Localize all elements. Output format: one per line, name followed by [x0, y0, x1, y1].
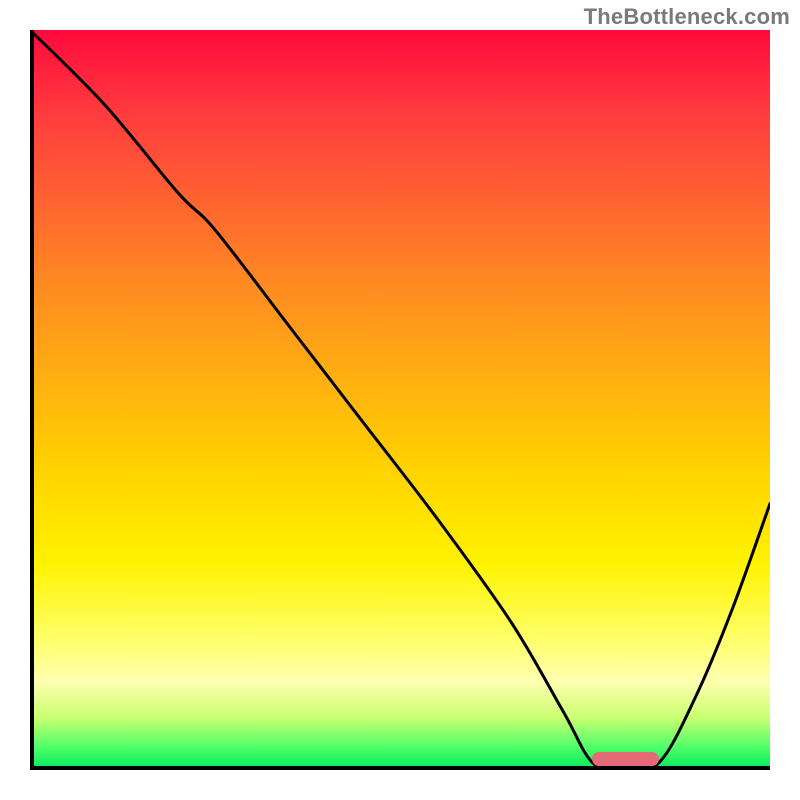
plot-area: [30, 30, 770, 770]
watermark-text: TheBottleneck.com: [584, 4, 790, 30]
chart-canvas: TheBottleneck.com: [0, 0, 800, 800]
curve-layer: [30, 30, 770, 770]
bottleneck-curve: [30, 30, 770, 770]
optimal-marker: [592, 752, 659, 766]
